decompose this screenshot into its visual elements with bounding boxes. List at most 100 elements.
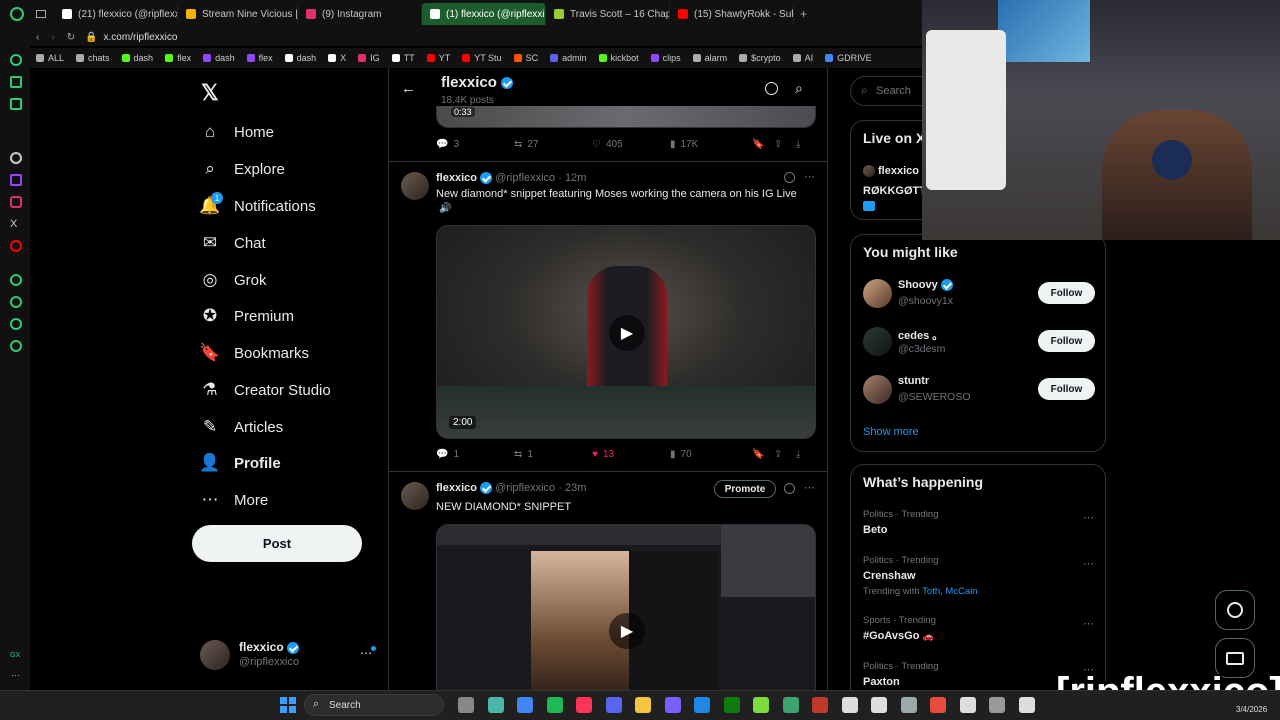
post-button[interactable]: Post xyxy=(192,525,362,562)
more-options-icon[interactable]: ⋯ xyxy=(1083,617,1094,630)
snipping-icon[interactable] xyxy=(900,697,917,713)
chrome-icon[interactable] xyxy=(517,697,533,713)
history-icon[interactable] xyxy=(10,296,22,308)
like-button[interactable]: ♡ 405 xyxy=(592,139,670,150)
reload-icon[interactable]: ↻ xyxy=(67,32,75,43)
more-options-icon[interactable]: ⋯ xyxy=(1083,557,1094,570)
bookmark-item[interactable]: clips xyxy=(650,53,681,63)
bookmark-icon[interactable]: 🔖 xyxy=(752,139,774,150)
nav-item-more[interactable]: ⋯ More xyxy=(200,490,269,510)
bookmark-item[interactable]: flex xyxy=(246,53,273,63)
nav-item-chat[interactable]: ✉ Chat xyxy=(200,233,266,253)
bookmark-item[interactable]: chats xyxy=(76,53,110,63)
tweet-time[interactable]: · 12m xyxy=(558,172,586,184)
suggestion-row[interactable]: Shoovy @shoovy1x Follow xyxy=(851,275,1107,319)
promote-button[interactable]: Promote xyxy=(714,480,776,498)
nav-item-home[interactable]: ⌂ Home xyxy=(200,122,274,142)
nav-item-explore[interactable]: ⌕ Explore xyxy=(200,159,285,179)
suggestion-row[interactable]: stuntr @SEWEROSO Follow xyxy=(851,371,1107,415)
discord-icon[interactable] xyxy=(605,697,622,713)
browser-tab[interactable]: (15) ShawtyRokk - Suk it S xyxy=(670,3,794,25)
twitch-icon[interactable] xyxy=(10,174,22,186)
grok-icon[interactable] xyxy=(784,483,795,494)
bookmark-item[interactable]: TT xyxy=(391,53,415,63)
share-icon[interactable]: ⇪ xyxy=(774,449,796,460)
nav-item-bookmarks[interactable]: 🔖 Bookmarks xyxy=(199,343,309,363)
bookmark-item[interactable]: YT xyxy=(426,53,450,63)
nav-item-creator-studio[interactable]: ⚗ Creator Studio xyxy=(200,380,330,400)
avatar[interactable] xyxy=(401,482,429,510)
nav-item-profile[interactable]: 👤 Profile xyxy=(199,453,280,473)
settings-icon[interactable] xyxy=(10,340,22,352)
browser-logo-icon[interactable] xyxy=(10,7,24,21)
sidebar-app-icon[interactable] xyxy=(10,98,22,110)
opera-gx-icon[interactable] xyxy=(576,697,592,713)
app-icon[interactable] xyxy=(959,697,976,713)
bookmark-item[interactable]: alarm xyxy=(692,53,727,63)
nav-item-notifications[interactable]: 🔔 1 Notifications xyxy=(199,192,316,216)
bookmark-item[interactable]: ALL xyxy=(36,53,64,63)
sidebar-app-icon[interactable] xyxy=(10,54,22,66)
play-icon[interactable]: ▶ xyxy=(609,315,645,351)
bookmark-item[interactable]: admin xyxy=(550,53,587,63)
tweet-media[interactable]: 0:33 xyxy=(436,106,816,128)
repost-button[interactable]: ⇆ 1 xyxy=(514,449,592,460)
bookmark-item[interactable]: dash xyxy=(121,53,153,63)
forward-icon[interactable]: › xyxy=(51,32,54,43)
bookmark-item[interactable]: YT Stu xyxy=(462,53,502,63)
trend-item[interactable]: Politics · Trending Crenshaw Trending wi… xyxy=(863,555,1095,597)
download-icon[interactable]: ⤓ xyxy=(796,139,800,150)
show-more-link[interactable]: Show more xyxy=(863,426,919,438)
task-view-icon[interactable] xyxy=(458,697,474,713)
capcut-icon[interactable] xyxy=(1018,697,1035,713)
reply-button[interactable]: 💬 1 xyxy=(436,449,514,460)
bookmark-item[interactable]: kickbot xyxy=(598,53,639,63)
play-icon[interactable]: ▶ xyxy=(609,613,645,649)
taskbar-search[interactable]: ⌕ Search xyxy=(304,694,444,716)
mail-icon[interactable] xyxy=(694,697,710,713)
grok-icon[interactable] xyxy=(765,82,778,95)
back-button[interactable]: ← xyxy=(401,80,416,97)
more-icon[interactable]: ⋯ xyxy=(11,670,20,681)
bookmark-item[interactable]: AI xyxy=(792,53,813,63)
instagram-icon[interactable] xyxy=(10,196,22,208)
account-switcher[interactable]: flexxico @ripflexxico ⋯ xyxy=(200,638,380,674)
suggestion-row[interactable]: cedes ｡ @c3desm Follow xyxy=(851,323,1107,367)
reply-button[interactable]: 💬 3 xyxy=(436,139,514,150)
back-icon[interactable]: ‹ xyxy=(36,32,39,43)
bookmark-item[interactable]: $crypto xyxy=(739,53,781,63)
sidebar-app-icon[interactable] xyxy=(10,274,22,286)
obs-icon[interactable] xyxy=(812,697,828,713)
xbox-icon[interactable] xyxy=(723,697,740,713)
capcut-icon[interactable] xyxy=(841,697,858,713)
grok-icon[interactable] xyxy=(784,172,795,183)
tweet-video[interactable]: ▶ 2:00 xyxy=(436,225,816,439)
youtube-icon[interactable] xyxy=(10,240,22,252)
spotify-icon[interactable] xyxy=(546,697,563,713)
twitch-icon[interactable] xyxy=(664,697,681,713)
like-button[interactable]: ♥ 13 xyxy=(592,449,670,460)
x-logo-icon[interactable]: 𝕏 xyxy=(201,80,219,106)
settings-icon[interactable] xyxy=(487,697,504,713)
bookmark-item[interactable]: dash xyxy=(203,53,235,63)
bookmark-icon[interactable]: 🔖 xyxy=(752,449,774,460)
nav-item-grok[interactable]: ◎ Grok xyxy=(200,270,267,290)
avatar[interactable] xyxy=(401,172,429,200)
more-options-icon[interactable]: ⋯ xyxy=(804,481,815,494)
tab-manager-icon[interactable] xyxy=(36,10,46,18)
grok-floating-button[interactable] xyxy=(1215,590,1255,630)
audio-icon[interactable] xyxy=(989,697,1005,713)
follow-button[interactable]: Follow xyxy=(1038,378,1095,400)
bookmark-item[interactable]: X xyxy=(328,53,346,63)
extensions-icon[interactable] xyxy=(10,318,22,330)
app-icon[interactable] xyxy=(930,697,946,713)
bookmark-item[interactable]: flex xyxy=(165,53,191,63)
browser-tab[interactable]: Stream Nine Vicious | List xyxy=(178,3,298,25)
browser-tab-active[interactable]: (1) flexxico (@ripflexxico) xyxy=(422,3,546,25)
nav-item-articles[interactable]: ✎ Articles xyxy=(200,417,283,437)
repost-button[interactable]: ⇆ 27 xyxy=(514,139,592,150)
url-field[interactable]: x.com/ripflexxico xyxy=(104,32,178,43)
new-tab-button[interactable]: + xyxy=(800,7,807,21)
tweet-handle[interactable]: @ripflexxico xyxy=(495,172,555,184)
nav-item-premium[interactable]: ✪ Premium xyxy=(200,306,294,326)
